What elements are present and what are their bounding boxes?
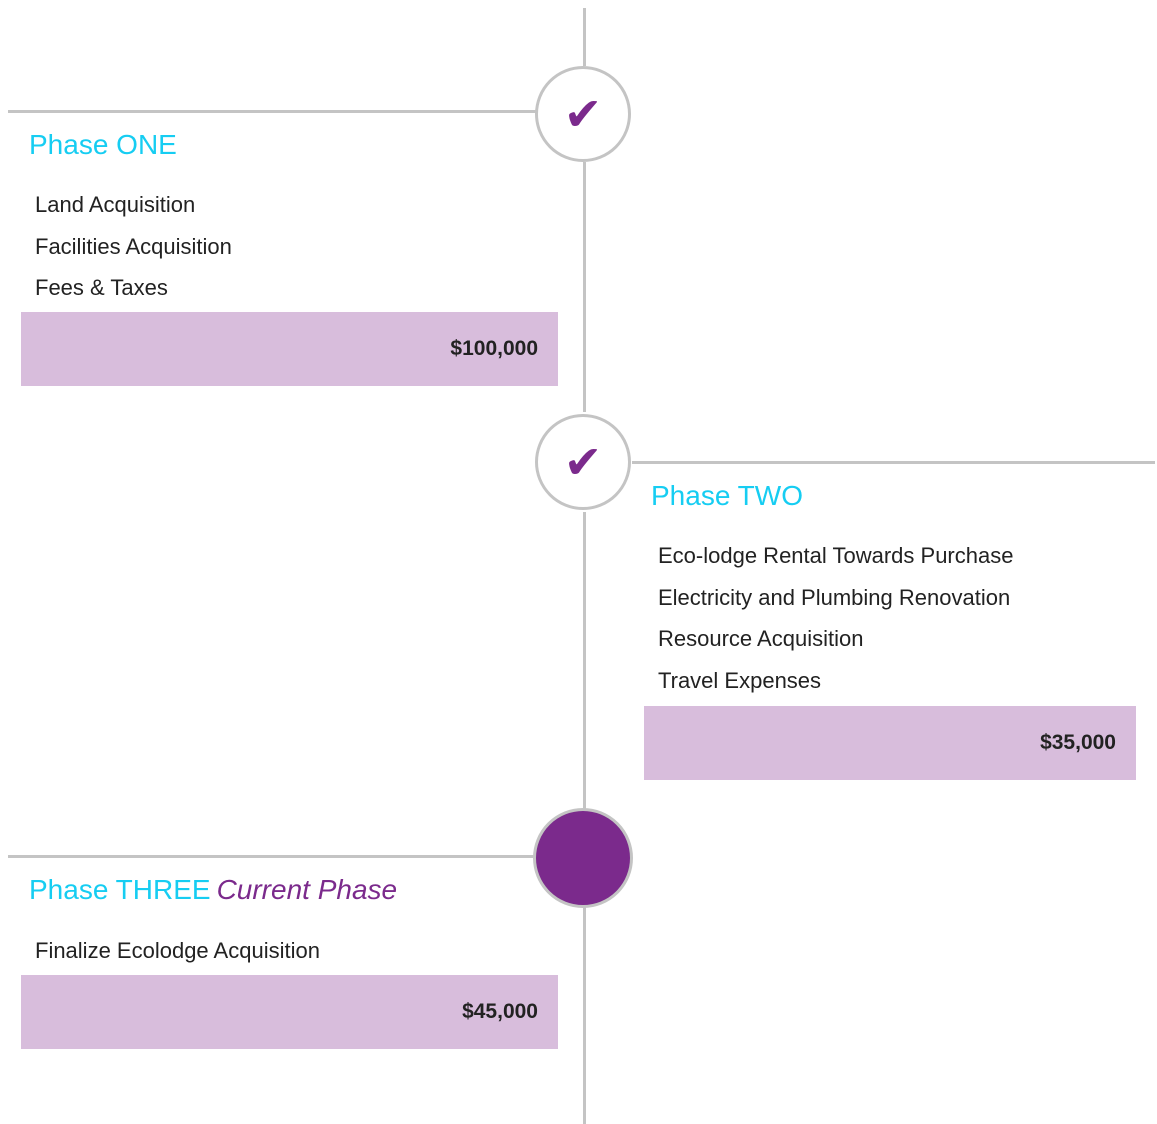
phase-one-title: Phase ONE [29,129,177,160]
check-icon: ✔ [563,435,603,489]
phase-one-amount: $100,000 [21,312,558,386]
list-item: Finalize Ecolodge Acquisition [35,938,320,963]
phase-two-node: ✔ [535,414,631,510]
timeline-line-1 [583,162,586,412]
list-item: Fees & Taxes [35,275,168,300]
phase-two-title: Phase TWO [651,480,803,511]
phase-two-items: Eco-lodge Rental Towards Purchase Electr… [658,535,1013,701]
phase-three-title-text: Phase THREE [29,874,211,905]
phase-one-node: ✔ [535,66,631,162]
list-item: Resource Acquisition [658,626,864,651]
list-item: Land Acquisition [35,192,196,217]
phase-three-items: Finalize Ecolodge Acquisition [35,930,320,972]
list-item: Facilities Acquisition [35,233,232,259]
phase-two-connector [632,461,1155,464]
timeline-line-top [583,8,586,66]
timeline-line-bottom [583,906,586,1124]
phase-three-amount: $45,000 [21,975,558,1049]
current-phase-label: Current Phase [216,874,398,905]
phase-one-items: Land Acquisition Facilities Acquisition … [35,184,232,309]
phase-one-connector [8,110,536,113]
timeline-line-2 [583,512,586,810]
phase-three-node [533,808,633,908]
list-item: Eco-lodge Rental Towards Purchase [658,543,1014,568]
phase-two-amount: $35,000 [644,706,1136,780]
check-icon: ✔ [563,87,603,141]
list-item: Travel Expenses [658,667,822,693]
phase-three-title: Phase THREE Current Phase [29,876,397,904]
phase-three-connector [8,855,536,858]
list-item: Electricity and Plumbing Renovation [658,584,1011,610]
